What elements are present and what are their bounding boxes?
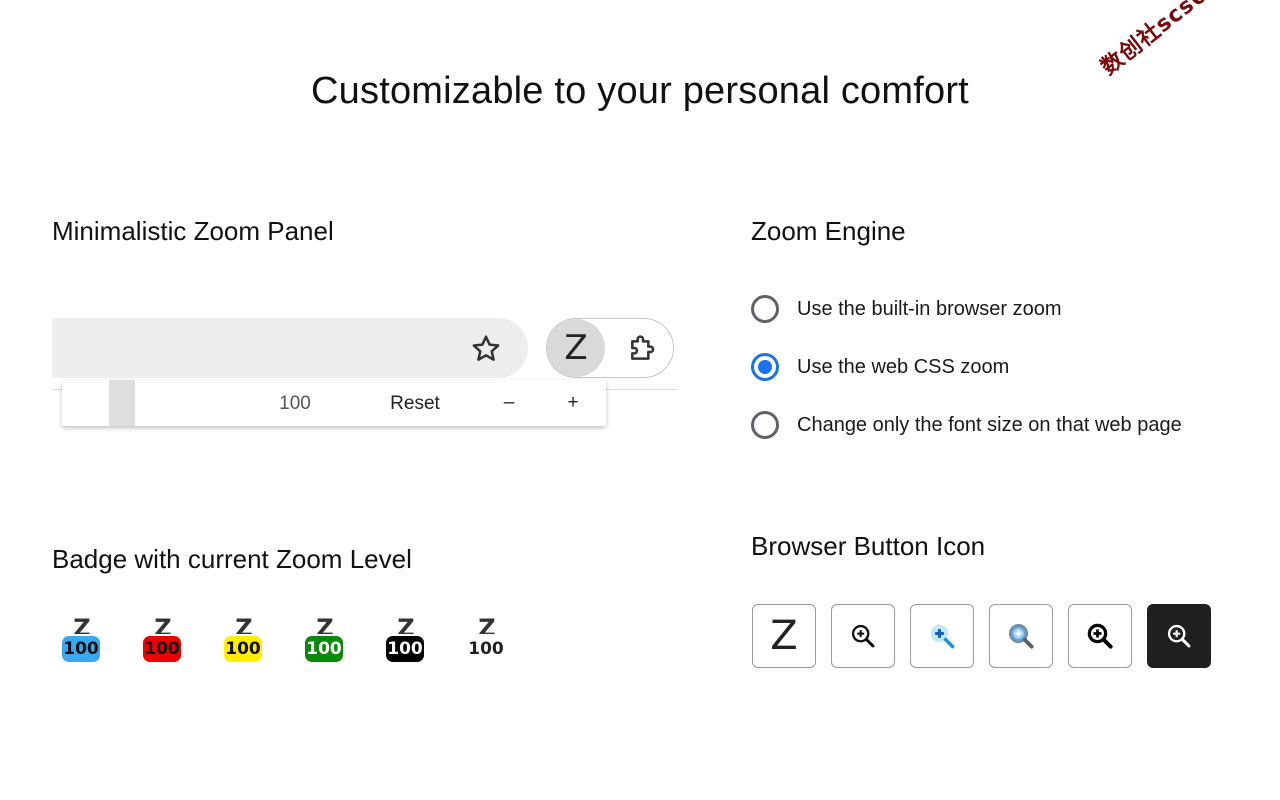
badge-red: Z 100: [141, 618, 185, 664]
badge-pill: 100: [143, 636, 181, 662]
browser-icon-heading: Browser Button Icon: [751, 531, 986, 561]
star-icon[interactable]: [466, 329, 506, 369]
badge-letter: Z: [478, 618, 496, 634]
zoom-in-blue-plus-icon: [930, 624, 955, 649]
zoom-in-bold-icon: [1087, 623, 1113, 649]
zoom-engine-heading: Zoom Engine: [751, 216, 906, 246]
icon-option-z-letter[interactable]: Z: [752, 604, 816, 668]
z-letter-icon: Z: [770, 613, 798, 659]
zoom-in-button[interactable]: +: [562, 392, 584, 414]
badge-blue: Z 100: [60, 618, 104, 664]
icon-option-zoom-bold[interactable]: [1068, 604, 1132, 668]
zoom-in-outline-icon: [851, 624, 875, 648]
badge-letter: Z: [316, 618, 334, 634]
badge-yellow: Z 100: [222, 618, 266, 664]
badge-pill: 100: [386, 636, 424, 662]
extension-letter: Z: [564, 328, 588, 368]
badge-pill: 100: [305, 636, 343, 662]
icon-option-zoom-filled[interactable]: [989, 604, 1053, 668]
badge-plain: Z 100: [465, 618, 509, 664]
badge-text: 100: [144, 639, 180, 659]
radio-button-checked[interactable]: [751, 353, 779, 381]
icon-option-zoom-blue-plus[interactable]: [910, 604, 974, 668]
reset-button[interactable]: Reset: [378, 393, 452, 415]
zoom-popup: 100 Reset – +: [62, 380, 606, 426]
radio-label: Use the built-in browser zoom: [797, 297, 1062, 320]
badge-letter: Z: [154, 618, 172, 634]
zoom-extension-button[interactable]: Z: [547, 319, 605, 377]
zoom-panel-heading: Minimalistic Zoom Panel: [52, 216, 334, 246]
badge-pill: 100: [62, 636, 100, 662]
badge-pill: 100: [224, 636, 262, 662]
radio-button[interactable]: [751, 411, 779, 439]
badge-text: 100: [225, 639, 261, 659]
zoom-engine-option-font-size[interactable]: Change only the font size on that web pa…: [751, 408, 1182, 442]
zoom-value: 100: [279, 393, 311, 414]
badge-green: Z 100: [303, 618, 347, 664]
badge-text: 100: [468, 639, 504, 659]
radio-button[interactable]: [751, 295, 779, 323]
badge-letter: Z: [397, 618, 415, 634]
zoom-engine-option-css[interactable]: Use the web CSS zoom: [751, 350, 1009, 384]
radio-label: Change only the font size on that web pa…: [797, 413, 1182, 436]
zoom-in-white-icon: [1167, 624, 1191, 648]
badge-text: 100: [387, 639, 423, 659]
badge-text: 100: [63, 639, 99, 659]
icon-option-zoom-dark[interactable]: [1147, 604, 1211, 668]
radio-dot: [758, 360, 772, 374]
page-title: Customizable to your personal comfort: [311, 70, 969, 112]
badge-pill: 100: [467, 636, 505, 662]
zoom-engine-option-browser[interactable]: Use the built-in browser zoom: [751, 292, 1062, 326]
badge-heading: Badge with current Zoom Level: [52, 544, 412, 574]
zoom-slider-handle[interactable]: [109, 380, 135, 426]
zoom-in-filled-blue-icon: [1008, 623, 1034, 649]
badge-letter: Z: [73, 618, 91, 634]
icon-option-zoom-outline[interactable]: [831, 604, 895, 668]
address-bar[interactable]: [52, 318, 528, 378]
badge-text: 100: [306, 639, 342, 659]
badge-black: Z 100: [384, 618, 428, 664]
zoom-out-button[interactable]: –: [498, 392, 520, 414]
puzzle-icon[interactable]: [624, 329, 662, 367]
badge-letter: Z: [235, 618, 253, 634]
radio-label: Use the web CSS zoom: [797, 355, 1010, 378]
